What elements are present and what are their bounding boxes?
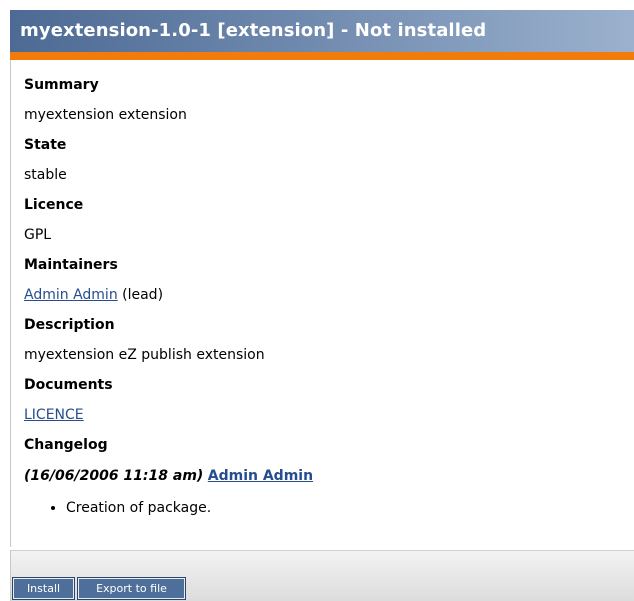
package-panel: myextension-1.0-1 [extension] - Not inst… [10, 10, 634, 601]
install-button[interactable]: Install [12, 577, 75, 600]
maintainer-role: (lead) [122, 287, 164, 303]
maintainer-row: Admin Admin (lead) [24, 280, 634, 310]
maintainers-label: Maintainers [24, 257, 118, 273]
changelog-items: Creation of package. [24, 498, 634, 518]
licence-document-link[interactable]: LICENCE [24, 407, 84, 423]
summary-value: myextension extension [24, 107, 187, 123]
documents-label: Documents [24, 377, 113, 393]
export-to-file-button[interactable]: Export to file [77, 577, 186, 600]
description-value: myextension eZ publish extension [24, 347, 265, 363]
documents-row: LICENCE [24, 400, 634, 430]
action-bar: Install Export to file [10, 550, 634, 601]
maintainer-link[interactable]: Admin Admin [24, 287, 118, 303]
licence-value: GPL [24, 227, 52, 243]
package-details: Summary myextension extension State stab… [10, 60, 634, 547]
changelog-item: Creation of package. [66, 498, 634, 518]
summary-label: Summary [24, 77, 99, 93]
panel-header: myextension-1.0-1 [extension] - Not inst… [10, 10, 634, 60]
description-label: Description [24, 317, 115, 333]
licence-label: Licence [24, 197, 84, 213]
state-label: State [24, 137, 67, 153]
state-value: stable [24, 167, 67, 183]
changelog-label: Changelog [24, 437, 108, 453]
page-title: myextension-1.0-1 [extension] - Not inst… [20, 20, 487, 41]
changelog-author-link[interactable]: Admin Admin [208, 468, 313, 484]
changelog-date: (16/06/2006 11:18 am) [24, 468, 204, 484]
changelog-entry-header: (16/06/2006 11:18 am) Admin Admin [24, 460, 634, 492]
